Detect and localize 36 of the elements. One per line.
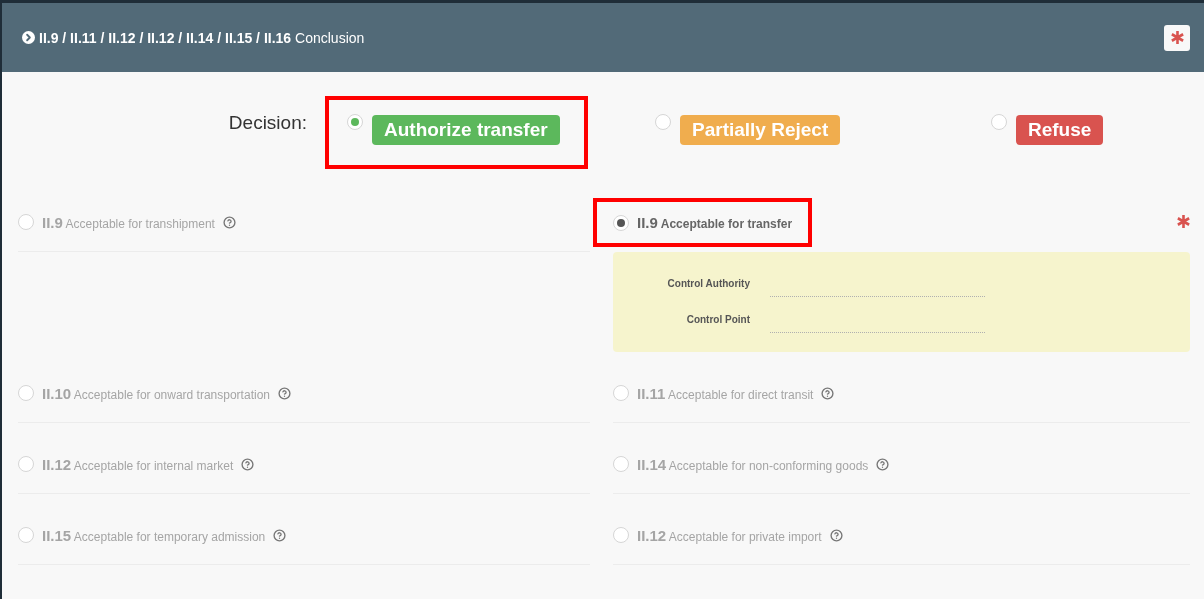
- radio-button[interactable]: [18, 385, 34, 401]
- option-label[interactable]: II.15 Acceptable for temporary admission: [42, 526, 266, 544]
- radio-button[interactable]: [347, 114, 363, 130]
- radio-button[interactable]: [991, 114, 1007, 130]
- help-icon[interactable]: [821, 386, 835, 400]
- radio-button[interactable]: [655, 114, 671, 130]
- help-icon[interactable]: [829, 528, 843, 542]
- option-label[interactable]: II.12 Acceptable for internal market: [42, 455, 234, 473]
- field-label: Control Point: [686, 313, 750, 327]
- option-label[interactable]: II.14 Acceptable for non-conforming goods: [637, 455, 869, 473]
- chevron-icon: [22, 31, 35, 44]
- radio-button[interactable]: [613, 214, 629, 231]
- radio-button[interactable]: [613, 385, 629, 401]
- help-icon[interactable]: [278, 386, 291, 400]
- option-label[interactable]: II.11 Acceptable for direct transit: [637, 384, 814, 402]
- radio-button[interactable]: [18, 456, 34, 472]
- radio-button[interactable]: [613, 456, 629, 472]
- help-icon[interactable]: [241, 457, 255, 471]
- required-asterisk-icon: [1177, 214, 1190, 228]
- radio-button[interactable]: [18, 214, 34, 230]
- option-label[interactable]: II.9 Acceptable for transfer: [637, 214, 793, 231]
- radio-button[interactable]: [613, 527, 629, 543]
- decision-option[interactable]: Authorize transfer: [372, 115, 560, 145]
- option-label[interactable]: II.10 Acceptable for onward transportation: [42, 384, 270, 402]
- option-label[interactable]: II.12 Acceptable for private import: [637, 526, 822, 544]
- help-icon[interactable]: [222, 215, 236, 229]
- decision-option[interactable]: Partially Reject: [680, 115, 841, 145]
- decision-label: Decision:: [228, 112, 307, 134]
- radio-button[interactable]: [18, 527, 34, 543]
- section-title: II.9 / II.11 / II.12 / II.12 / II.14 / II.15 / II.16 Conclusion: [39, 29, 365, 46]
- help-icon[interactable]: [273, 528, 287, 542]
- decision-option[interactable]: Refuse: [1016, 115, 1104, 145]
- asterisk-icon: [1170, 31, 1184, 44]
- field-label: Control Authority: [667, 277, 750, 291]
- help-icon[interactable]: [876, 457, 890, 471]
- option-label[interactable]: II.9 Acceptable for transhipment: [42, 213, 215, 231]
